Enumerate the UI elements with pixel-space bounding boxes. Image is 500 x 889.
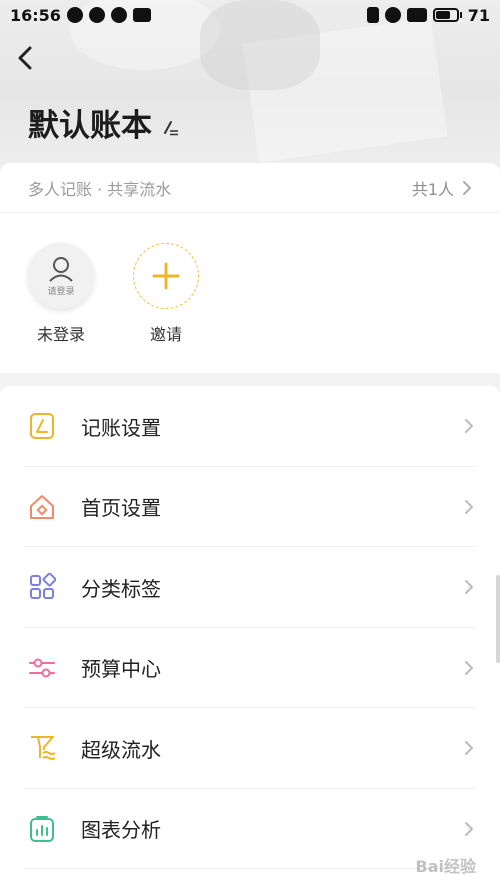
member-unlogged[interactable]: 请登录 未登录: [26, 243, 96, 345]
vibrate-icon: [366, 7, 379, 23]
battery-level: 71: [467, 5, 490, 25]
chevron-right-icon: [465, 499, 473, 514]
menu-item-super-flow[interactable]: 超级流水: [0, 708, 500, 789]
share-subtitle: 多人记账 · 共享流水: [28, 179, 172, 199]
chevron-right-icon: [465, 580, 473, 595]
share-card: 多人记账 · 共享流水 共1人 请登录 未登录 邀请: [0, 163, 500, 373]
yen-icon: [88, 7, 105, 23]
menu-label: 首页设置: [81, 496, 161, 521]
chevron-right-icon: [465, 741, 473, 756]
invite-button[interactable]: [133, 243, 199, 309]
avatar[interactable]: 请登录: [28, 243, 94, 309]
member-name: 未登录: [36, 325, 85, 344]
user-icon: [49, 256, 73, 282]
download-icon: [110, 7, 127, 23]
chevron-right-icon: [465, 821, 473, 836]
chat-icon: [66, 7, 83, 23]
menu-item-bookkeeping-settings[interactable]: 记账设置: [0, 386, 500, 467]
menu-label: 记账设置: [81, 415, 161, 440]
chart-icon: [30, 815, 54, 842]
menu-label: 图表分析: [81, 818, 161, 843]
category-icon: [30, 573, 56, 600]
alarm-icon: [384, 7, 401, 23]
page-title: 默认账本: [28, 108, 152, 144]
member-count: 共1人: [411, 179, 454, 199]
menu-label: 超级流水: [81, 737, 161, 762]
flow-icon: [31, 736, 56, 761]
invite-member[interactable]: 邀请: [131, 243, 201, 345]
home-icon: [30, 494, 54, 519]
signal-icon: [406, 8, 427, 22]
menu-item-category-tags[interactable]: 分类标签: [0, 547, 500, 628]
share-header[interactable]: 多人记账 · 共享流水 共1人: [0, 163, 500, 213]
edit-icon[interactable]: [162, 119, 180, 137]
back-button[interactable]: [14, 46, 38, 70]
menu-label: 分类标签: [81, 576, 161, 601]
chevron-right-icon: [463, 180, 471, 195]
menu-item-budget-center[interactable]: 预算中心: [0, 628, 500, 709]
avatar-login-hint: 请登录: [47, 286, 75, 297]
back-arrow-icon: [18, 46, 32, 70]
status-time: 16:56: [10, 5, 61, 25]
invite-label: 邀请: [149, 325, 182, 344]
settings-menu: 记账设置 首页设置 分类标签 预算中心 超级流水 图表分析: [0, 386, 500, 889]
chevron-right-icon: [465, 419, 473, 434]
status-bar: 16:56 71: [0, 0, 500, 30]
menu-item-home-settings[interactable]: 首页设置: [0, 467, 500, 548]
plus-icon: [152, 262, 180, 290]
menu-label: 预算中心: [81, 657, 161, 682]
watermark: Bai经验: [415, 857, 476, 876]
bookkeeping-settings-icon: [30, 413, 54, 440]
budget-icon: [29, 658, 55, 678]
news-icon: [132, 8, 151, 22]
chevron-right-icon: [465, 660, 473, 675]
battery-icon: [432, 8, 462, 22]
scrollbar[interactable]: [496, 575, 500, 663]
